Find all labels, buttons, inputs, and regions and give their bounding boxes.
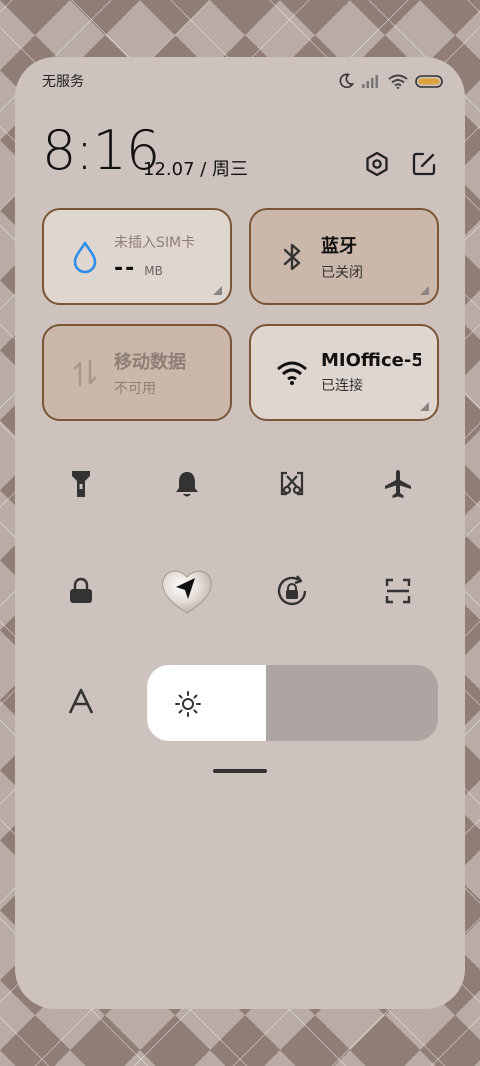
font-letter-icon [67,687,95,719]
screenshot-icon [278,470,306,502]
expand-corner-icon [420,286,429,295]
signal-icon [361,74,381,88]
font-size-button[interactable] [59,681,103,725]
data-usage-tile[interactable]: 未插入SIM卡 -- MB [42,208,232,305]
wifi-tile[interactable]: MIOffice-5G 已连接 [249,324,439,421]
carrier-label: 无服务 [42,74,84,90]
bluetooth-title: 蓝牙 [321,235,357,257]
brightness-slider[interactable] [147,665,438,741]
mobile-data-title: 移动数据 [114,351,186,373]
bluetooth-icon [275,240,309,274]
location-button[interactable] [161,567,213,619]
bluetooth-status: 已关闭 [321,264,363,281]
lock-screen-button[interactable] [59,571,103,615]
edit-icon[interactable] [410,150,438,178]
data-usage-unit: MB [144,264,163,278]
moon-icon [338,73,354,89]
data-usage-value: -- [114,256,137,281]
bluetooth-tile[interactable]: 蓝牙 已关闭 [249,208,439,305]
sun-icon [175,691,201,721]
sim-status-label: 未插入SIM卡 [114,235,196,251]
water-drop-icon [68,240,102,274]
status-bar: 无服务 [42,69,443,93]
clock: 8:16 [42,119,160,182]
lock-icon [68,577,94,609]
settings-icon[interactable] [363,150,391,178]
mobile-data-status: 不可用 [114,380,156,397]
battery-icon [415,74,443,88]
control-center-panel: 无服务 8:16 12.07 / 周三 未插入SIM卡 -- MB 蓝牙 已关闭… [15,57,465,1009]
mobile-data-tile[interactable]: 移动数据 不可用 [42,324,232,421]
scan-icon [384,577,412,609]
airplane-icon [382,468,414,504]
home-indicator[interactable] [213,769,267,773]
flashlight-icon [69,469,93,503]
expand-corner-icon [213,286,222,295]
screenshot-button[interactable] [270,464,314,508]
expand-corner-icon [420,402,429,411]
date-label: 12.07 / 周三 [143,159,249,180]
flashlight-button[interactable] [59,464,103,508]
mobile-data-arrows-icon [68,356,102,390]
wifi-icon [275,356,309,390]
brightness-fill [147,665,267,741]
wifi-status-icon [388,74,408,89]
wifi-network-name: MIOffice-5G [321,350,421,371]
wifi-status: 已连接 [321,378,363,394]
location-icon [157,563,217,623]
scanner-button[interactable] [376,571,420,615]
bell-icon [173,469,201,503]
airplane-mode-button[interactable] [376,464,420,508]
rotation-lock-icon [275,574,309,612]
auto-rotate-button[interactable] [270,571,314,615]
silent-mode-button[interactable] [165,464,209,508]
